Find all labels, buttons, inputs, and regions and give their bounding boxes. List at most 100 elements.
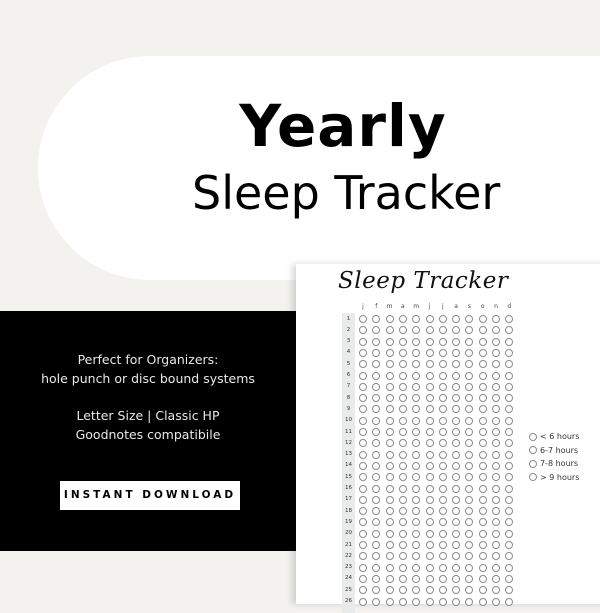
- sleep-circle[interactable]: [478, 405, 487, 414]
- sleep-circle[interactable]: [412, 394, 421, 403]
- sleep-circle[interactable]: [359, 473, 367, 482]
- sleep-circle[interactable]: [465, 428, 474, 436]
- sleep-circle[interactable]: [465, 529, 474, 538]
- sleep-circle[interactable]: [425, 337, 434, 346]
- sleep-circle[interactable]: [425, 461, 434, 470]
- sleep-circle[interactable]: [438, 563, 447, 572]
- sleep-circle[interactable]: [452, 439, 461, 448]
- sleep-circle[interactable]: [465, 394, 474, 403]
- sleep-circle[interactable]: [385, 518, 394, 527]
- sleep-circle[interactable]: [505, 405, 514, 414]
- sleep-circle[interactable]: [425, 529, 434, 538]
- sleep-circle[interactable]: [425, 597, 434, 606]
- sleep-circle[interactable]: [398, 597, 407, 606]
- sleep-circle[interactable]: [412, 597, 421, 606]
- sleep-circle[interactable]: [372, 529, 381, 538]
- sleep-circle[interactable]: [478, 541, 487, 549]
- sleep-circle[interactable]: [505, 495, 514, 504]
- sleep-circle[interactable]: [412, 586, 421, 595]
- sleep-circle[interactable]: [385, 326, 394, 335]
- sleep-circle[interactable]: [372, 439, 381, 448]
- sleep-circle[interactable]: [372, 394, 381, 403]
- sleep-circle[interactable]: [505, 518, 514, 527]
- sleep-circle[interactable]: [505, 416, 514, 425]
- sleep-circle[interactable]: [372, 552, 381, 561]
- sleep-circle[interactable]: [359, 337, 367, 346]
- sleep-circle[interactable]: [492, 597, 500, 606]
- sleep-circle[interactable]: [478, 326, 487, 335]
- sleep-circle[interactable]: [372, 371, 381, 380]
- sleep-circle[interactable]: [452, 360, 461, 369]
- sleep-circle[interactable]: [425, 394, 434, 403]
- sleep-circle[interactable]: [465, 405, 474, 414]
- sleep-circle[interactable]: [505, 450, 514, 459]
- sleep-circle[interactable]: [412, 574, 421, 583]
- sleep-circle[interactable]: [465, 337, 474, 346]
- sleep-circle[interactable]: [438, 461, 447, 470]
- sleep-circle[interactable]: [425, 382, 434, 391]
- sleep-circle[interactable]: [452, 348, 461, 357]
- sleep-circle[interactable]: [492, 371, 500, 380]
- sleep-circle[interactable]: [478, 552, 487, 561]
- sleep-circle[interactable]: [372, 315, 381, 323]
- sleep-circle[interactable]: [492, 574, 500, 583]
- sleep-circle[interactable]: [425, 348, 434, 357]
- sleep-circle[interactable]: [478, 495, 487, 504]
- sleep-circle[interactable]: [412, 360, 421, 369]
- sleep-circle[interactable]: [452, 484, 461, 493]
- sleep-circle[interactable]: [438, 597, 447, 606]
- sleep-circle[interactable]: [478, 337, 487, 346]
- sleep-circle[interactable]: [359, 484, 367, 493]
- sleep-circle[interactable]: [505, 552, 514, 561]
- sleep-circle[interactable]: [465, 574, 474, 583]
- sleep-circle[interactable]: [478, 597, 487, 606]
- sleep-circle[interactable]: [398, 495, 407, 504]
- sleep-circle[interactable]: [398, 394, 407, 403]
- sleep-circle[interactable]: [465, 416, 474, 425]
- sleep-circle[interactable]: [438, 484, 447, 493]
- sleep-circle[interactable]: [425, 315, 434, 323]
- sleep-circle[interactable]: [425, 416, 434, 425]
- sleep-circle[interactable]: [478, 315, 487, 323]
- sleep-circle[interactable]: [438, 518, 447, 527]
- sleep-circle[interactable]: [465, 315, 474, 323]
- sleep-circle[interactable]: [478, 371, 487, 380]
- sleep-circle[interactable]: [425, 473, 434, 482]
- sleep-circle[interactable]: [412, 518, 421, 527]
- sleep-circle[interactable]: [452, 416, 461, 425]
- sleep-circle[interactable]: [412, 439, 421, 448]
- sleep-circle[interactable]: [372, 484, 381, 493]
- sleep-circle[interactable]: [359, 552, 367, 561]
- sleep-circle[interactable]: [438, 428, 447, 436]
- sleep-circle[interactable]: [425, 326, 434, 335]
- sleep-circle[interactable]: [412, 371, 421, 380]
- sleep-circle[interactable]: [452, 529, 461, 538]
- sleep-circle[interactable]: [478, 518, 487, 527]
- sleep-circle[interactable]: [359, 428, 367, 436]
- sleep-circle[interactable]: [425, 495, 434, 504]
- sleep-circle[interactable]: [398, 382, 407, 391]
- sleep-circle[interactable]: [438, 348, 447, 357]
- sleep-circle[interactable]: [505, 326, 514, 335]
- sleep-circle[interactable]: [438, 507, 447, 516]
- sleep-circle[interactable]: [492, 337, 500, 346]
- sleep-circle[interactable]: [478, 348, 487, 357]
- sleep-circle[interactable]: [452, 563, 461, 572]
- sleep-circle[interactable]: [492, 563, 500, 572]
- sleep-circle[interactable]: [452, 315, 461, 323]
- sleep-circle[interactable]: [438, 541, 447, 549]
- sleep-circle[interactable]: [385, 473, 394, 482]
- sleep-circle[interactable]: [505, 529, 514, 538]
- sleep-circle[interactable]: [425, 371, 434, 380]
- sleep-circle[interactable]: [452, 597, 461, 606]
- sleep-circle[interactable]: [385, 337, 394, 346]
- sleep-circle[interactable]: [492, 428, 500, 436]
- sleep-circle[interactable]: [385, 586, 394, 595]
- sleep-circle[interactable]: [425, 518, 434, 527]
- sleep-circle[interactable]: [425, 484, 434, 493]
- sleep-circle[interactable]: [465, 563, 474, 572]
- sleep-circle[interactable]: [478, 394, 487, 403]
- sleep-circle[interactable]: [398, 574, 407, 583]
- sleep-circle[interactable]: [385, 495, 394, 504]
- sleep-circle[interactable]: [438, 529, 447, 538]
